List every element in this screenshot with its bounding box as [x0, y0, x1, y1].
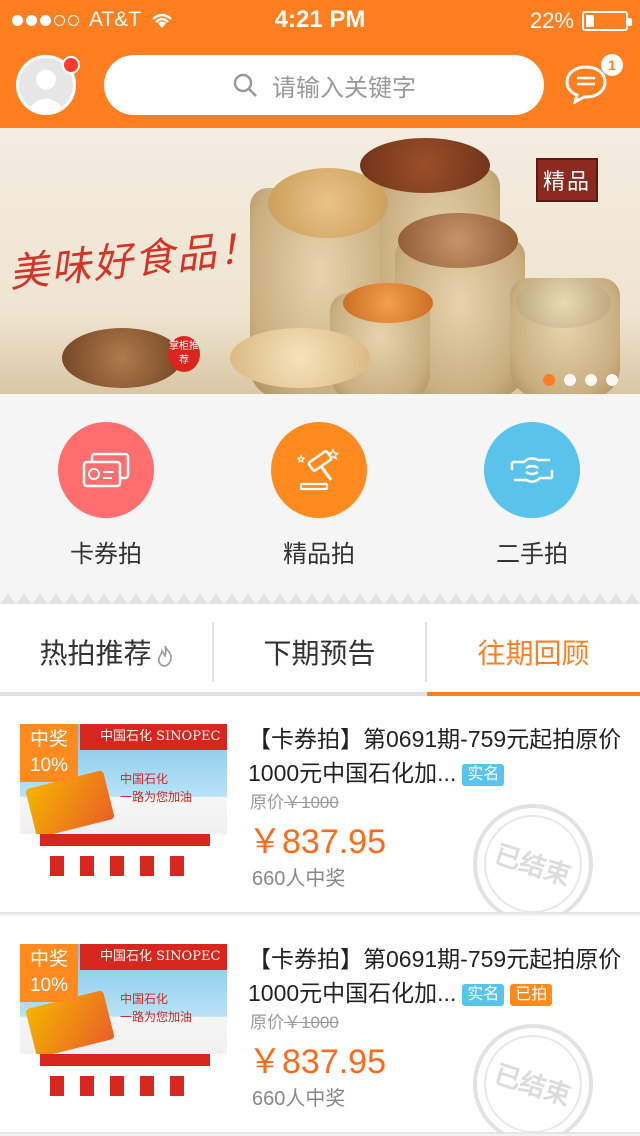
promo-banner[interactable]: 美味好食品！ 精品 掌柜推荐 — [0, 128, 640, 394]
handshake-icon — [510, 457, 554, 483]
category-label: 二手拍 — [496, 541, 568, 568]
ended-stamp-icon: 已结束 — [473, 1024, 593, 1134]
search-icon — [233, 73, 257, 97]
original-price-label: 原价 — [250, 793, 284, 812]
status-bar: AT&T 4:21 PM 22% — [0, 0, 640, 40]
thumb-slogan: 中国石化 一路为您加油 — [120, 770, 192, 806]
thumb-brand: 中国石化 SINOPEC — [80, 944, 227, 970]
flame-icon — [157, 645, 172, 667]
banner-headline: 美味好食品！ — [6, 224, 263, 298]
pager-dot[interactable] — [585, 374, 597, 386]
category-icon-bg — [484, 422, 580, 518]
thumb-slogan-line: 一路为您加油 — [120, 790, 193, 804]
tab-bar: 热拍推荐 下期预告 往期回顾 — [0, 604, 640, 698]
category-card-auction[interactable]: 卡券拍 — [31, 422, 181, 569]
original-price-value: ￥1000 — [284, 793, 339, 812]
tab-label: 热拍推荐 — [39, 638, 152, 669]
current-price: ￥837.95 — [248, 823, 386, 861]
section-divider — [0, 588, 640, 604]
thumb-slogan: 中国石化 一路为您加油 — [120, 990, 192, 1026]
apricots-image — [343, 283, 433, 323]
category-icon-bg — [271, 422, 367, 518]
badge-bid: 已拍 — [510, 983, 553, 1006]
prize-tag: 中奖 10% — [20, 944, 78, 1002]
category-premium-auction[interactable]: 精品拍 — [244, 422, 394, 569]
original-price: 原价￥1000 — [250, 1008, 339, 1033]
cashews-image — [230, 328, 370, 388]
battery-icon — [582, 11, 632, 31]
winner-count: 660人中奖 — [252, 1088, 346, 1110]
category-label: 卡券拍 — [70, 541, 142, 568]
pecans-image — [62, 328, 182, 388]
pager-dot[interactable] — [543, 374, 555, 386]
item-title-text: 【卡券拍】第0691期-759元起拍原价1000元中国石化加... — [248, 726, 622, 786]
category-icon-bg — [58, 422, 154, 518]
current-price: ￥837.95 — [248, 1043, 386, 1081]
search-placeholder: 请输入关键字 — [272, 74, 416, 102]
prize-tag: 中奖 10% — [20, 724, 78, 782]
prize-label: 中奖 — [29, 729, 68, 750]
badge-verified: 实名 — [462, 983, 505, 1006]
category-grid: 卡券拍 精品拍 二手拍 — [0, 394, 640, 596]
item-title: 【卡券拍】第0691期-759元起拍原价1000元中国石化加... 实名 已拍 — [248, 942, 628, 1010]
recommend-tag: 掌柜推荐 — [168, 336, 200, 372]
stamp-text: 已结束 — [491, 839, 575, 892]
thumb-slogan-line: 一路为您加油 — [120, 1010, 193, 1024]
gavel-icon — [296, 448, 340, 491]
category-secondhand-auction[interactable]: 二手拍 — [457, 422, 607, 569]
gas-station-image — [20, 834, 227, 884]
tab-past[interactable]: 往期回顾 — [427, 604, 640, 696]
app-header: AT&T 4:21 PM 22% 请输入关键字 1 — [0, 0, 640, 128]
notification-dot — [62, 56, 80, 74]
original-price: 原价￥1000 — [250, 788, 339, 813]
prize-rate: 10% — [29, 755, 69, 776]
original-price-value: ￥1000 — [284, 1013, 339, 1032]
pager-dot[interactable] — [606, 374, 618, 386]
battery-fill — [586, 15, 595, 27]
list-item[interactable]: 中国石化 SINOPEC 中国石化 一路为您加油 中奖 10% 【卡券拍】第06… — [0, 916, 640, 1134]
thumb-slogan-line: 中国石化 — [120, 992, 169, 1006]
prize-rate: 10% — [29, 975, 69, 996]
pistachios-image — [516, 278, 611, 328]
banner-seal: 精品 — [536, 158, 598, 202]
thumb-slogan-line: 中国石化 — [120, 772, 169, 786]
prize-label: 中奖 — [29, 949, 68, 970]
original-price-label: 原价 — [250, 1013, 284, 1032]
item-title: 【卡券拍】第0691期-759元起拍原价1000元中国石化加... 实名 — [248, 722, 628, 790]
tab-label: 下期预告 — [263, 638, 376, 669]
tab-label: 往期回顾 — [477, 638, 590, 669]
message-badge: 1 — [601, 54, 623, 76]
winner-count: 660人中奖 — [252, 868, 346, 890]
item-title-text: 【卡券拍】第0691期-759元起拍原价1000元中国石化加... — [248, 946, 622, 1006]
ended-stamp-icon: 已结束 — [473, 804, 593, 914]
search-input[interactable]: 请输入关键字 — [104, 55, 544, 115]
category-label: 精品拍 — [283, 541, 355, 568]
battery-percent: 22% — [529, 8, 574, 33]
tab-hot[interactable]: 热拍推荐 — [0, 604, 213, 696]
hazelnuts-image — [360, 138, 490, 193]
card-icon — [82, 452, 130, 488]
walnuts-image — [398, 213, 518, 268]
thumb-brand: 中国石化 SINOPEC — [80, 724, 227, 750]
stamp-text: 已结束 — [491, 1059, 575, 1112]
tab-upcoming[interactable]: 下期预告 — [213, 604, 426, 696]
badge-verified: 实名 — [462, 763, 505, 786]
gas-station-image — [20, 1054, 227, 1104]
pager-dot[interactable] — [564, 374, 576, 386]
banner-pager[interactable] — [543, 374, 618, 386]
list-item[interactable]: 中国石化 SINOPEC 中国石化 一路为您加油 中奖 10% 【卡券拍】第06… — [0, 696, 640, 914]
status-right: 22% — [529, 8, 632, 34]
